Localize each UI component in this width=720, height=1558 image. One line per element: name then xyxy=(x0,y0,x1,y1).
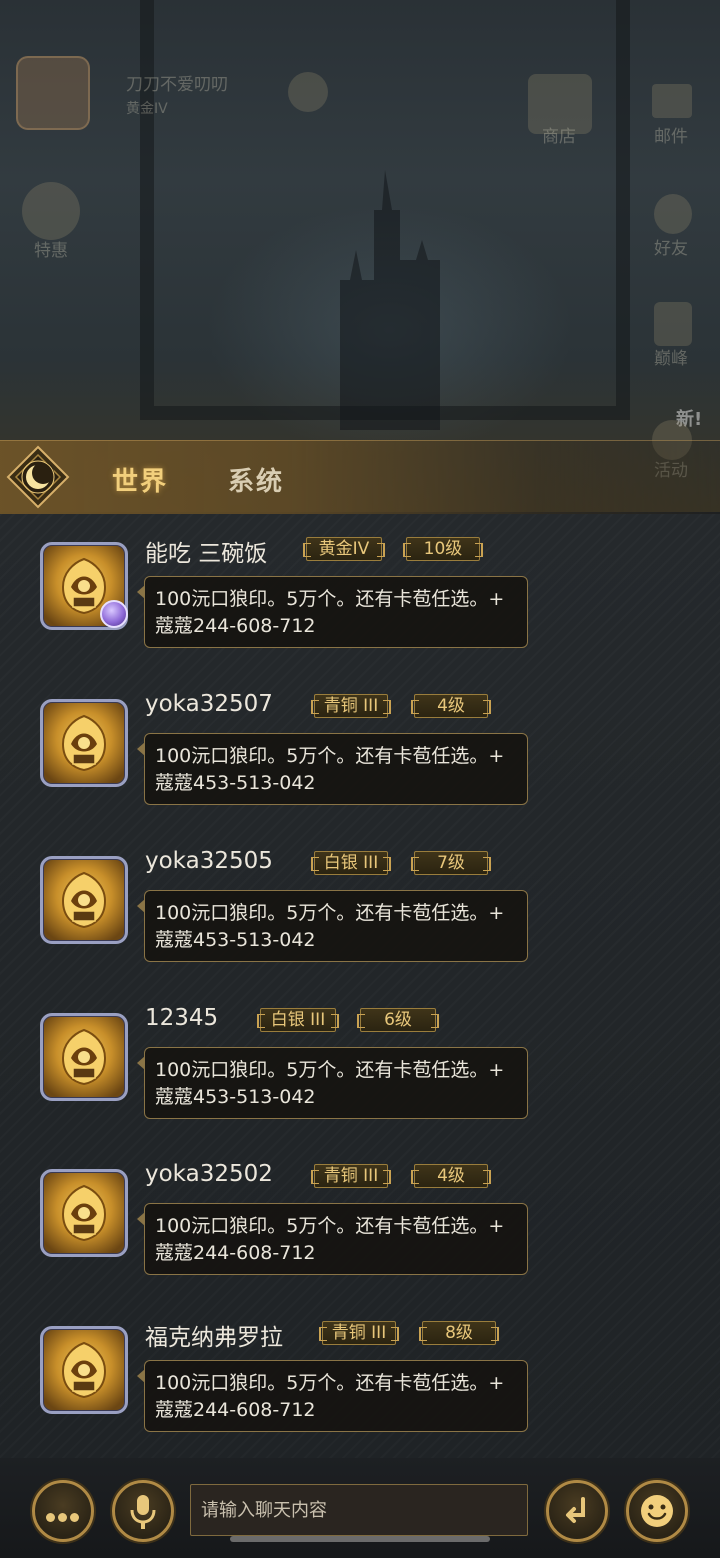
message-text-line: 蔻蔻244-608-712 xyxy=(155,1399,316,1421)
message-text-line: 100沅口狼印。5万个。还有卡苞任选。+ xyxy=(155,588,505,610)
message-bubble[interactable]: 100沅口狼印。5万个。还有卡苞任选。+ 蔻蔻453-513-042 xyxy=(137,890,528,962)
message-bubble[interactable]: 100沅口狼印。5万个。还有卡苞任选。+ 蔻蔻453-513-042 xyxy=(137,1047,528,1119)
gift-icon xyxy=(22,182,80,240)
player-rank: 黄金IV xyxy=(126,101,168,117)
golden-emblem-icon xyxy=(61,714,107,772)
player-name: 刀刀不爱叨叨 xyxy=(126,75,228,95)
online-status-dot xyxy=(100,600,128,628)
chat-message: 福克纳弗罗拉 青铜 III 8级 100沅口狼印。5万个。还有卡苞任选。+ 蔻蔻… xyxy=(0,1298,720,1448)
rank-badge: 白银 III xyxy=(257,1008,339,1032)
message-bubble[interactable]: 100沅口狼印。5万个。还有卡苞任选。+ 蔻蔻244-608-712 xyxy=(137,1360,528,1432)
message-text-line: 100沅口狼印。5万个。还有卡苞任选。+ xyxy=(155,1372,505,1394)
golden-emblem-icon xyxy=(61,1028,107,1086)
message-text-line: 100沅口狼印。5万个。还有卡苞任选。+ xyxy=(155,745,505,767)
moon-emblem-icon xyxy=(6,445,70,509)
friends-label: 好友 xyxy=(654,239,688,259)
emoji-button[interactable] xyxy=(626,1480,688,1542)
mail-label: 邮件 xyxy=(654,127,688,147)
golden-emblem-icon xyxy=(61,871,107,929)
voice-button[interactable] xyxy=(112,1480,174,1542)
golden-emblem-icon xyxy=(61,1341,107,1399)
rank-badge: 青铜 III xyxy=(319,1321,399,1345)
message-text-line: 蔻蔻244-608-712 xyxy=(155,615,316,637)
chat-message: 12345 白银 III 6级 100沅口狼印。5万个。还有卡苞任选。+ 蔻蔻4… xyxy=(0,985,720,1135)
chat-message: yoka32502 青铜 III 4级 100沅口狼印。5万个。还有卡苞任选。+… xyxy=(0,1141,720,1291)
message-text-line: 100沅口狼印。5万个。还有卡苞任选。+ xyxy=(155,902,505,924)
more-dots-icon xyxy=(46,1507,82,1526)
message-bubble[interactable]: 100沅口狼印。5万个。还有卡苞任选。+ 蔻蔻453-513-042 xyxy=(137,733,528,805)
game-background: 刀刀不爱叨叨 黄金IV 特惠 商店 邮件 好友 巅峰 新! 活动 xyxy=(0,0,720,512)
chat-message: 能吃 三碗饭 黄金IV 10级 100沅口狼印。5万个。还有卡苞任选。+ 蔻蔻2… xyxy=(0,514,720,664)
rank-badge: 黄金IV xyxy=(303,537,385,561)
avatar[interactable] xyxy=(40,699,128,787)
rank-badge: 青铜 III xyxy=(311,694,391,718)
player-name[interactable]: 能吃 三碗饭 xyxy=(145,534,267,568)
return-arrow-icon xyxy=(566,1497,585,1523)
message-text-line: 蔻蔻244-608-712 xyxy=(155,1242,316,1264)
golden-emblem-icon xyxy=(61,1184,107,1242)
avatar[interactable] xyxy=(40,1326,128,1414)
message-text-line: 蔻蔻453-513-042 xyxy=(155,772,316,794)
level-badge: 6级 xyxy=(357,1008,439,1032)
rank-badge: 青铜 III xyxy=(311,1164,391,1188)
eye-icon xyxy=(288,72,328,112)
chat-message-list[interactable]: 能吃 三碗饭 黄金IV 10级 100沅口狼印。5万个。还有卡苞任选。+ 蔻蔻2… xyxy=(0,514,720,1458)
chat-tab-bar: 世界 系统 xyxy=(0,440,720,515)
tab-world[interactable]: 世界 xyxy=(112,461,168,498)
castle-silhouette xyxy=(340,170,440,430)
message-bubble[interactable]: 100沅口狼印。5万个。还有卡苞任选。+ 蔻蔻244-608-712 xyxy=(137,576,528,648)
level-badge: 7级 xyxy=(411,851,491,875)
level-badge: 10级 xyxy=(403,537,483,561)
player-name[interactable]: 福克纳弗罗拉 xyxy=(145,1318,283,1352)
special-offer-label: 特惠 xyxy=(34,241,68,261)
mail-icon xyxy=(652,84,692,118)
player-name[interactable]: 12345 xyxy=(145,1005,218,1031)
message-text-line: 100沅口狼印。5万个。还有卡苞任选。+ xyxy=(155,1215,505,1237)
message-text-line: 100沅口狼印。5万个。还有卡苞任选。+ xyxy=(155,1059,505,1081)
message-text-line: 蔻蔻453-513-042 xyxy=(155,1086,316,1108)
tab-system[interactable]: 系统 xyxy=(228,461,284,498)
level-badge: 4级 xyxy=(411,1164,491,1188)
message-text-line: 蔻蔻453-513-042 xyxy=(155,929,316,951)
player-rank-avatar xyxy=(16,56,90,130)
level-badge: 8级 xyxy=(419,1321,499,1345)
avatar[interactable] xyxy=(40,1013,128,1101)
message-bubble[interactable]: 100沅口狼印。5万个。还有卡苞任选。+ 蔻蔻244-608-712 xyxy=(137,1203,528,1275)
peak-label: 巅峰 xyxy=(654,349,688,369)
player-name[interactable]: yoka32507 xyxy=(145,691,273,717)
chat-message: yoka32507 青铜 III 4级 100沅口狼印。5万个。还有卡苞任选。+… xyxy=(0,671,720,821)
peak-icon xyxy=(654,302,692,346)
avatar[interactable] xyxy=(40,1169,128,1257)
chat-input-bar xyxy=(0,1458,720,1558)
home-indicator xyxy=(230,1536,490,1542)
shop-label: 商店 xyxy=(542,127,576,147)
player-name[interactable]: yoka32505 xyxy=(145,848,273,874)
player-name[interactable]: yoka32502 xyxy=(145,1161,273,1187)
smiley-icon xyxy=(641,1495,673,1527)
more-button[interactable] xyxy=(32,1480,94,1542)
microphone-icon xyxy=(130,1495,156,1529)
rank-badge: 白银 III xyxy=(311,851,391,875)
level-badge: 4级 xyxy=(411,694,491,718)
chat-message: yoka32505 白银 III 7级 100沅口狼印。5万个。还有卡苞任选。+… xyxy=(0,828,720,978)
avatar[interactable] xyxy=(40,856,128,944)
chat-input[interactable] xyxy=(190,1484,528,1536)
send-button[interactable] xyxy=(546,1480,608,1542)
friends-icon xyxy=(654,194,692,234)
